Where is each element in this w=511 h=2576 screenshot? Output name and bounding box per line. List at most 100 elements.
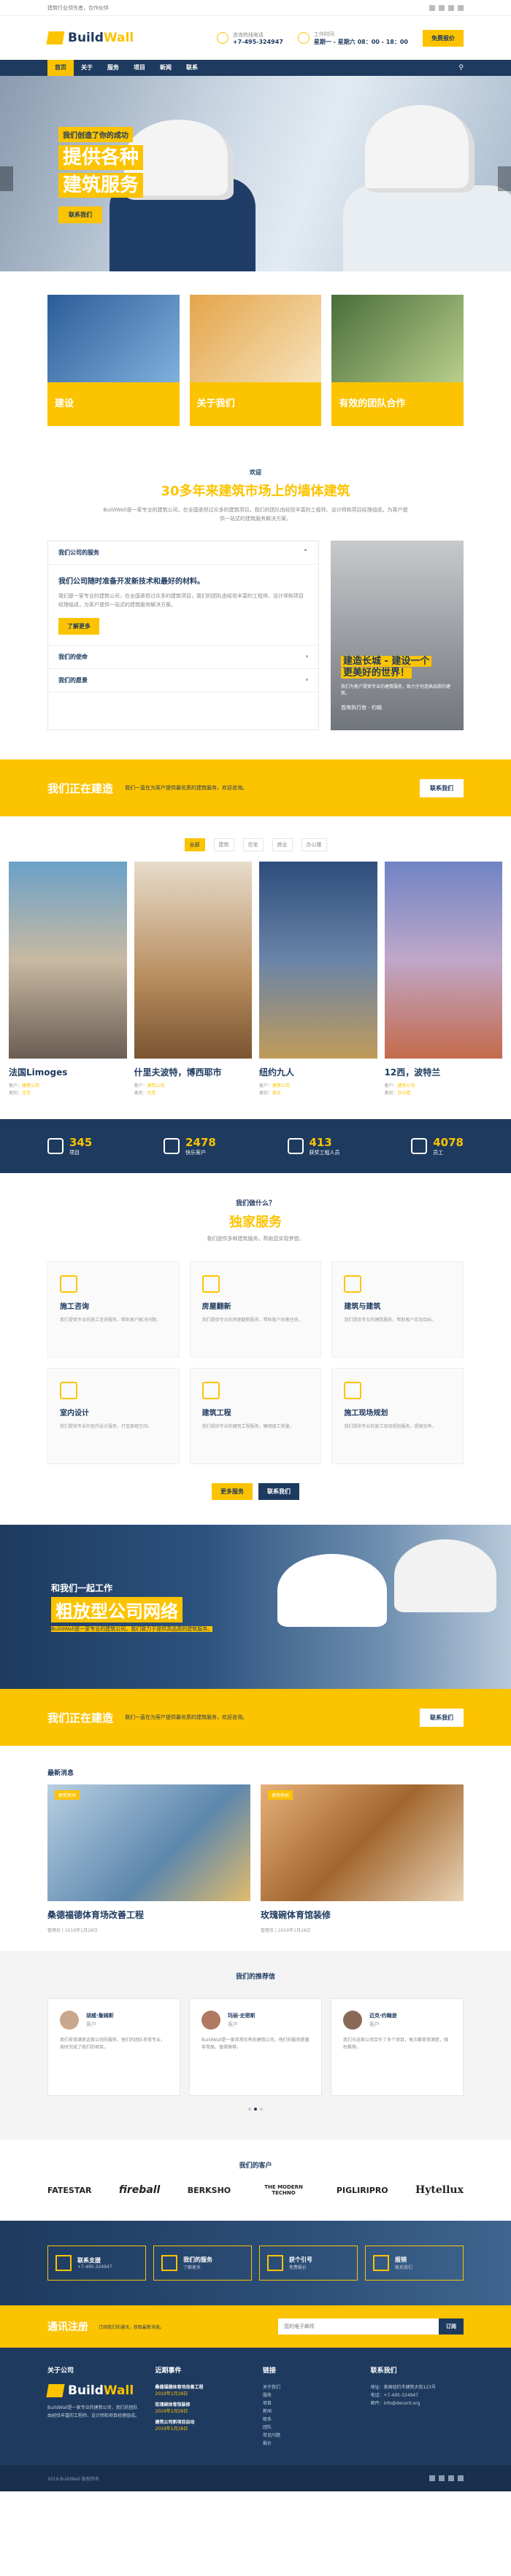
linkedin-icon[interactable] <box>458 2475 464 2481</box>
project-item[interactable]: 什里夫波特，博西耶市 客户：建筑公司 类别：住宅 <box>134 862 252 1097</box>
twitter-icon[interactable] <box>439 2475 445 2481</box>
chevron-right-icon: › <box>305 653 308 660</box>
footer-post-link[interactable]: 建筑公司新项目启动 <box>155 2418 249 2425</box>
facebook-icon[interactable] <box>429 2475 435 2481</box>
partner-logo[interactable]: fireball <box>119 2184 161 2196</box>
avatar <box>201 2011 220 2030</box>
mail-icon <box>373 2255 389 2271</box>
stat-projects: 345 项目 <box>47 1136 92 1156</box>
pagination-dot[interactable] <box>260 2108 263 2111</box>
service-card[interactable]: 室内设计 我们提供专业的室内设计服务，打造美观空间。 <box>47 1368 180 1464</box>
accordion-header-mission[interactable]: 我们的使命 › <box>48 645 318 669</box>
newsletter-email-input[interactable] <box>278 2318 439 2335</box>
pagination-dot[interactable] <box>248 2108 251 2111</box>
slider-next-arrow-icon[interactable] <box>498 166 511 191</box>
hero-caption: 我们创造了你的成功 提供各种 建筑服务 联系我们 <box>58 127 190 223</box>
footer-link[interactable]: 服务 <box>263 2391 356 2399</box>
quick-contact[interactable]: 报销 联系我们 <box>365 2246 464 2281</box>
logo[interactable]: BuildWall <box>46 31 134 45</box>
project-item[interactable]: 法国Limoges 客户：建筑公司 类别：住宅 <box>9 862 127 1097</box>
footer-heading: 联系我们 <box>370 2367 397 2375</box>
filter-construction[interactable]: 建筑 <box>213 838 234 851</box>
search-icon[interactable]: ⚲ <box>458 64 464 71</box>
nav-item-services[interactable]: 服务 <box>100 60 126 76</box>
filter-commercial[interactable]: 商业 <box>272 838 293 851</box>
news-item-meta: 管理员 | 2019年1月28日 <box>47 1928 98 1933</box>
service-card[interactable]: 施工咨询 我们提供专业的施工咨询服务，帮助客户解决问题。 <box>47 1261 180 1358</box>
footer: 关于公司 BuildWall BuildWall是一家专业的建筑公司，我们的团队… <box>0 2348 511 2465</box>
pagination-dot[interactable] <box>254 2108 257 2111</box>
slider-prev-arrow-icon[interactable] <box>0 166 13 191</box>
filter-residential[interactable]: 住宅 <box>242 838 264 851</box>
project-image <box>9 862 127 1059</box>
feature-card-about[interactable]: 关于我们 <box>189 295 322 426</box>
logo-mark-icon <box>46 2384 65 2397</box>
footer-link[interactable]: 新闻 <box>263 2407 356 2416</box>
service-card[interactable]: 建筑工程 我们提供专业的建筑工程服务，确保施工质量。 <box>189 1368 322 1464</box>
news-item[interactable]: 建筑新闻 桑德福德体育场改善工程 管理员 | 2019年1月28日 <box>47 1784 250 1933</box>
facebook-icon[interactable] <box>429 4 435 11</box>
about-title: 30多年来建筑市场上的墙体建筑 <box>161 484 350 499</box>
feature-card-construction[interactable]: 建设 <box>47 295 180 426</box>
twitter-icon[interactable] <box>439 4 445 11</box>
project-item[interactable]: 12西，波特兰 客户：建筑公司 类别：办公楼 <box>384 862 502 1097</box>
project-item[interactable]: 纽约九人 客户：建筑公司 类别：商业 <box>259 862 377 1097</box>
quick-quote[interactable]: 获个引号 免费报价 <box>259 2246 358 2281</box>
quick-services[interactable]: 我们的服务 了解更多 <box>153 2246 252 2281</box>
quick-support[interactable]: 联系支援 +7-495-324947 <box>47 2246 146 2281</box>
bottom-bar: 2019 BuildWall 版权所有 <box>0 2465 511 2491</box>
nav-item-about[interactable]: 关于 <box>74 60 100 76</box>
bike-icon <box>411 1138 428 1154</box>
nav-item-news[interactable]: 新闻 <box>153 60 179 76</box>
nav-item-home[interactable]: 首页 <box>47 60 74 76</box>
partner-logo[interactable]: THE MODERN TECHNO <box>258 2184 310 2196</box>
footer-link[interactable]: 关于我们 <box>263 2383 356 2391</box>
footer-email[interactable]: 邮件：info@decorit.org <box>371 2399 464 2407</box>
quote-button[interactable]: 免费报价 <box>423 29 464 47</box>
footer-link[interactable]: 联系 <box>263 2416 356 2424</box>
cta-contact-button[interactable]: 联系我们 <box>420 1708 464 1727</box>
hero-contact-button[interactable]: 联系我们 <box>58 206 102 223</box>
partner-logo[interactable]: FATESTAR <box>47 2186 91 2195</box>
stat-engineers: 413 获奖工程人员 <box>287 1136 340 1156</box>
footer-logo[interactable]: BuildWall <box>46 2383 141 2398</box>
service-card[interactable]: 建筑与建筑 我们提供专业的建筑服务，帮助客户实现目标。 <box>331 1261 464 1358</box>
accordion-header-services[interactable]: 我们公司的服务 ⌃ <box>48 541 318 565</box>
news-item[interactable]: 建筑新闻 玫瑰碗体育馆装修 管理员 | 2019年1月28日 <box>261 1784 464 1933</box>
promo-card: 建造长城 - 建设一个 更美好的世界！ 我们为客户提供专业的建筑服务，致力于创造高… <box>331 541 464 730</box>
tools-icon <box>161 2255 177 2271</box>
footer-link[interactable]: 项目 <box>263 2399 356 2407</box>
services-contact-button[interactable]: 联系我们 <box>258 1483 299 1500</box>
feature-card-team[interactable]: 有效的团队合作 <box>331 295 464 426</box>
partner-logo[interactable]: BERKSHO <box>188 2186 231 2195</box>
news-image: 建筑新闻 <box>47 1784 250 1901</box>
partner-logo[interactable]: PIGLIRIPRO <box>337 2186 388 2195</box>
nav-item-projects[interactable]: 项目 <box>126 60 153 76</box>
footer-post-link[interactable]: 玫瑰碗体育馆装修 <box>155 2401 249 2407</box>
linkedin-icon[interactable] <box>458 4 464 11</box>
footer-link[interactable]: 报价 <box>263 2440 356 2448</box>
footer-link[interactable]: 常见问题 <box>263 2432 356 2440</box>
testimonial-pagination <box>47 2108 464 2111</box>
accordion-header-vision[interactable]: 我们的愿景 › <box>48 669 318 692</box>
more-services-button[interactable]: 更多服务 <box>212 1483 253 1500</box>
filter-all[interactable]: 全部 <box>184 838 205 851</box>
subscribe-button[interactable]: 订阅 <box>439 2318 464 2335</box>
learn-more-button[interactable]: 了解更多 <box>58 618 99 635</box>
service-card[interactable]: 房屋翻新 我们提供专业的房屋翻新服务，帮助客户改善住房。 <box>189 1261 322 1358</box>
worker-icon <box>60 1275 77 1293</box>
news-item-title: 玫瑰碗体育馆装修 <box>261 1910 331 1920</box>
filter-office[interactable]: 办公楼 <box>301 838 327 851</box>
service-card[interactable]: 施工现场规划 我们提供专业的施工现场规划服务，提高效率。 <box>331 1368 464 1464</box>
footer-link[interactable]: 团队 <box>263 2424 356 2432</box>
footer-recent: 近期事件 桑德福德体育场改善工程 2019年1月28日 玫瑰碗体育馆装修 2019年… <box>155 2365 249 2448</box>
news-image: 建筑新闻 <box>261 1784 464 1901</box>
bridge-image <box>47 295 180 382</box>
instagram-icon[interactable] <box>448 2475 454 2481</box>
partner-logo[interactable]: Hytellux <box>415 2184 464 2196</box>
footer-post-link[interactable]: 桑德福德体育场改善工程 <box>155 2383 249 2390</box>
instagram-icon[interactable] <box>448 4 454 11</box>
cta-contact-button[interactable]: 联系我们 <box>420 778 464 797</box>
team-image <box>331 295 464 382</box>
nav-item-contact[interactable]: 联系 <box>179 60 205 76</box>
